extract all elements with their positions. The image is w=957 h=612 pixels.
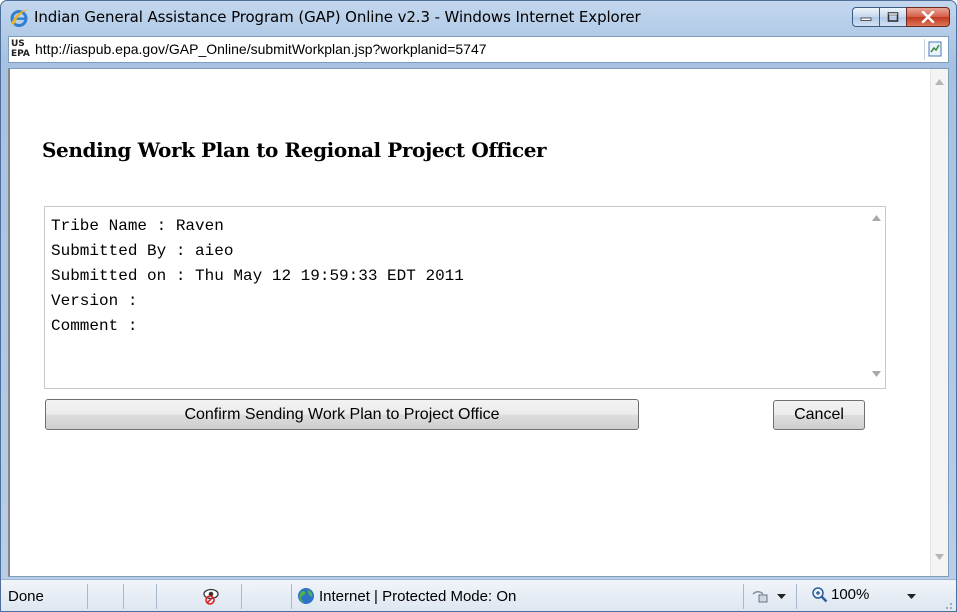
status-divider	[87, 584, 88, 609]
protected-mode-lock-icon[interactable]	[751, 588, 771, 604]
info-line-submitted-on: Submitted on : Thu May 12 19:59:33 EDT 2…	[51, 267, 464, 285]
resize-grip-icon[interactable]	[941, 598, 953, 610]
submission-info-textarea[interactable]: Tribe Name : Raven Submitted By : aieo S…	[44, 206, 886, 389]
privacy-eye-icon[interactable]	[201, 585, 221, 605]
textarea-scroll-down-icon[interactable]	[872, 371, 881, 377]
status-bar: Done Internet | Protected Mode: On 100%	[1, 579, 956, 611]
internet-zone-globe-icon[interactable]	[297, 587, 315, 605]
window-controls	[852, 7, 950, 29]
submission-info-text: Tribe Name : Raven Submitted By : aieo S…	[51, 214, 464, 339]
close-icon	[921, 11, 935, 23]
textarea-scroll-up-icon[interactable]	[872, 215, 881, 221]
info-line-tribe: Tribe Name : Raven	[51, 217, 224, 235]
status-divider	[156, 584, 157, 609]
favicon-text-epa: EPA	[11, 49, 30, 59]
status-divider	[241, 584, 242, 609]
browser-window: Indian General Assistance Program (GAP) …	[0, 0, 957, 612]
scroll-up-arrow-icon[interactable]	[935, 79, 944, 85]
status-divider	[123, 584, 124, 609]
cancel-button[interactable]: Cancel	[773, 400, 865, 430]
info-line-comment: Comment :	[51, 317, 138, 335]
info-line-submitted-by: Submitted By : aieo	[51, 242, 234, 260]
favicon-text-us: US	[11, 39, 25, 49]
confirm-send-button[interactable]: Confirm Sending Work Plan to Project Off…	[45, 399, 639, 430]
window-title: Indian General Assistance Program (GAP) …	[34, 8, 641, 26]
status-text: Done	[8, 588, 44, 605]
scroll-down-arrow-icon[interactable]	[935, 554, 944, 560]
status-divider	[743, 584, 744, 609]
status-divider	[291, 584, 292, 609]
address-bar[interactable]: US EPA http://iaspub.epa.gov/GAP_Online/…	[8, 36, 949, 63]
url-text[interactable]: http://iaspub.epa.gov/GAP_Online/submitW…	[35, 41, 487, 57]
close-button[interactable]	[906, 7, 950, 27]
page-title: Sending Work Plan to Regional Project Of…	[42, 138, 547, 162]
epa-favicon: US EPA	[11, 39, 31, 61]
textarea-scrollbar[interactable]	[868, 207, 885, 388]
status-divider	[796, 584, 797, 609]
maximize-button[interactable]	[879, 7, 907, 27]
compatibility-view-button[interactable]	[924, 39, 946, 60]
zoom-chevron-down-icon[interactable]	[907, 594, 916, 600]
internet-explorer-icon	[10, 9, 28, 27]
chevron-down-icon[interactable]	[777, 594, 786, 600]
info-line-version: Version :	[51, 292, 138, 310]
zoom-level-text[interactable]: 100%	[831, 586, 869, 603]
maximize-icon	[887, 12, 899, 22]
title-bar[interactable]: Indian General Assistance Program (GAP) …	[1, 1, 956, 35]
minimize-button[interactable]	[852, 7, 880, 27]
minimize-icon	[860, 17, 872, 21]
zoom-magnifier-icon[interactable]	[811, 586, 829, 604]
page-vertical-scrollbar[interactable]	[930, 69, 948, 576]
page-report-icon	[928, 41, 942, 57]
security-zone-text[interactable]: Internet | Protected Mode: On	[319, 588, 516, 605]
page-content: Sending Work Plan to Regional Project Of…	[8, 68, 949, 577]
